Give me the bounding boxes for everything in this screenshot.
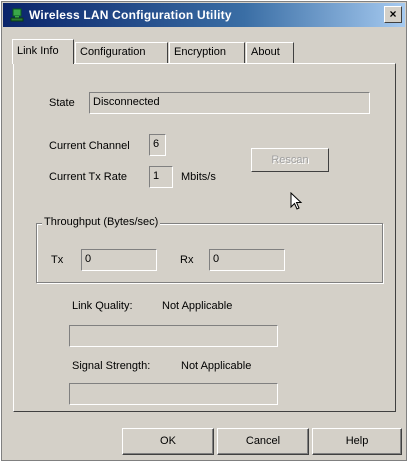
link-quality-label: Link Quality: xyxy=(72,300,133,312)
tx-bytes-field: 0 xyxy=(81,249,157,271)
rx-label: Rx xyxy=(180,254,194,266)
signal-strength-value: Not Applicable xyxy=(181,360,252,372)
tab-encryption[interactable]: Encryption xyxy=(169,42,245,63)
rx-bytes-field: 0 xyxy=(209,249,285,271)
window-title: Wireless LAN Configuration Utility xyxy=(29,8,232,22)
state-label: State xyxy=(49,97,75,109)
help-button[interactable]: Help xyxy=(312,428,402,455)
tx-label: Tx xyxy=(51,254,64,266)
current-channel-label: Current Channel xyxy=(49,140,130,152)
signal-strength-meter xyxy=(69,383,278,405)
cancel-button[interactable]: Cancel xyxy=(217,428,309,455)
close-icon[interactable]: × xyxy=(384,6,402,23)
mouse-pointer-icon xyxy=(290,191,304,215)
signal-strength-label: Signal Strength: xyxy=(72,360,151,372)
current-tx-rate-label: Current Tx Rate xyxy=(49,171,128,183)
tab-about[interactable]: About xyxy=(246,42,294,63)
config-window: Wireless LAN Configuration Utility × Lin… xyxy=(1,1,407,461)
link-quality-value: Not Applicable xyxy=(162,300,233,312)
tab-link-info[interactable]: Link Info xyxy=(12,39,74,64)
tx-rate-unit: Mbits/s xyxy=(181,171,216,183)
state-field: Disconnected xyxy=(89,92,370,114)
throughput-group-title: Throughput (Bytes/sec) xyxy=(42,216,161,228)
current-tx-rate-field: 1 xyxy=(149,166,173,188)
link-quality-meter xyxy=(69,325,278,347)
ok-button[interactable]: OK xyxy=(122,428,214,455)
tab-configuration[interactable]: Configuration xyxy=(75,42,168,63)
network-icon xyxy=(10,8,24,22)
current-channel-field: 6 xyxy=(149,134,166,156)
rescan-button[interactable]: Rescan xyxy=(251,148,329,172)
title-bar[interactable]: Wireless LAN Configuration Utility × xyxy=(3,3,405,27)
